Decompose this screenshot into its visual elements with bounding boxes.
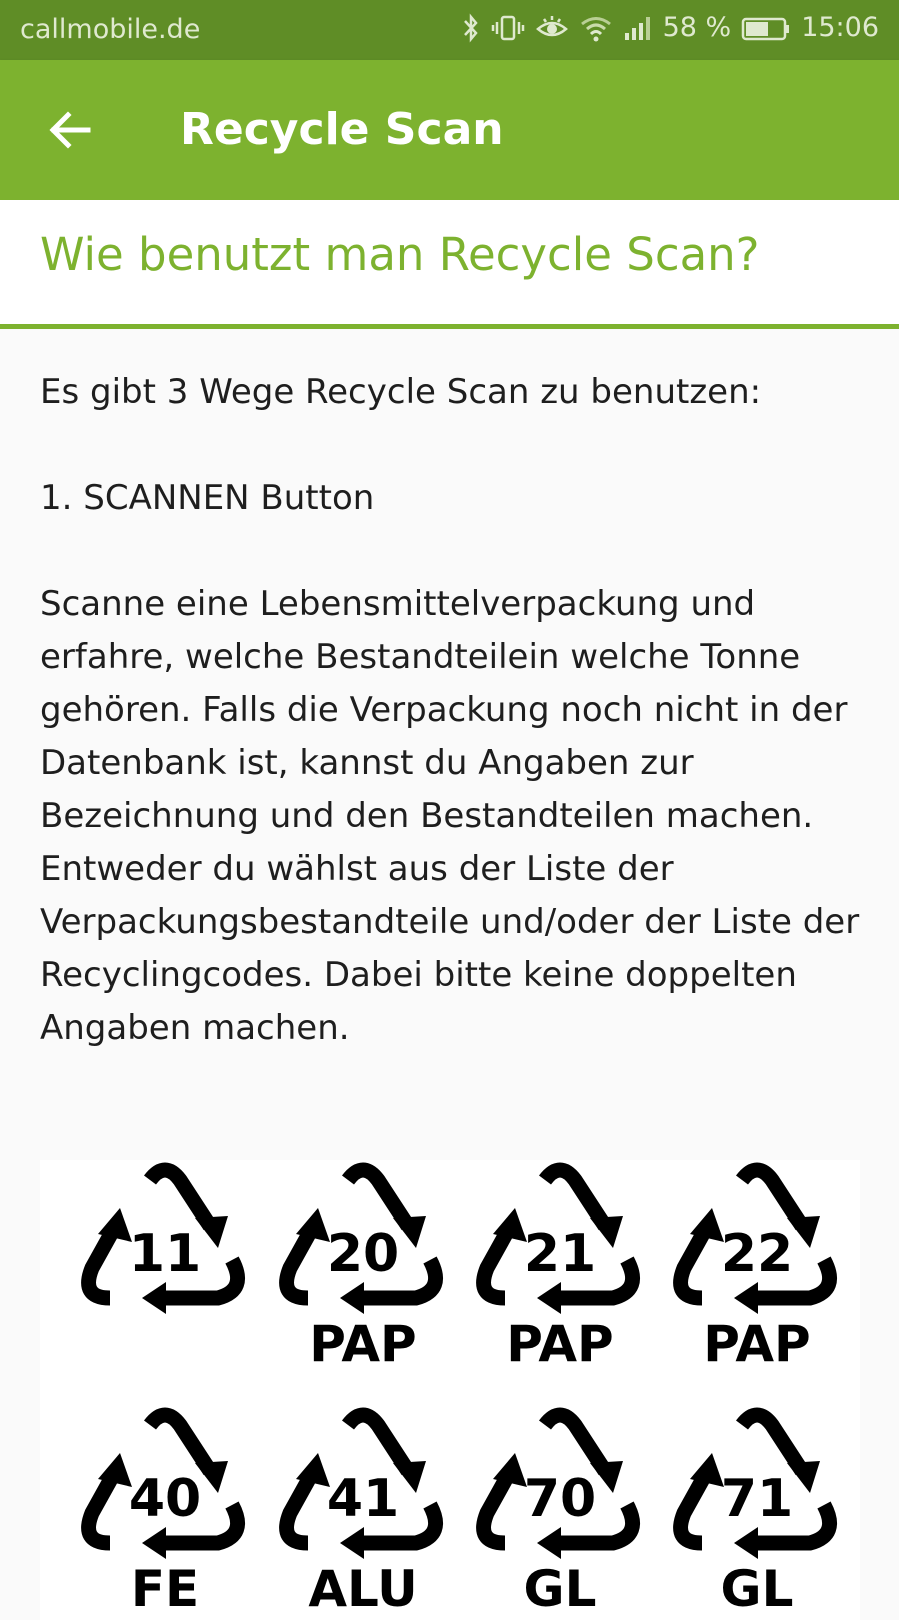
- recycling-code-70: 70 GL: [465, 1405, 655, 1618]
- signal-icon: [624, 16, 650, 40]
- carrier-label: callmobile.de: [20, 14, 201, 45]
- help-content: Es gibt 3 Wege Recycle Scan zu benutzen:…: [40, 366, 870, 1055]
- recycling-code-material: PAP: [703, 1315, 811, 1373]
- recycling-code-material: PAP: [309, 1315, 417, 1373]
- recycling-code-number: 71: [720, 1469, 794, 1529]
- recycling-code-41: 41 ALU: [268, 1405, 458, 1618]
- battery-icon: [741, 17, 790, 40]
- recycling-code-20: 20 PAP: [268, 1160, 458, 1373]
- help-heading-section: Wie benutzt man Recycle Scan?: [0, 200, 899, 329]
- recycling-code-21: 21 PAP: [465, 1160, 655, 1373]
- recycling-code-material: GL: [720, 1560, 794, 1618]
- recycling-code-material: GL: [523, 1560, 597, 1618]
- recycling-code-number: 40: [128, 1469, 202, 1529]
- bluetooth-icon: [463, 13, 478, 42]
- recycling-code-number: 70: [523, 1469, 597, 1529]
- eye-icon: [535, 15, 568, 36]
- recycling-code-material: FE: [130, 1560, 200, 1618]
- status-icons: 58 % 15:06: [461, 12, 879, 43]
- status-bar: callmobile.de 58 % 15:06: [0, 0, 899, 60]
- recycling-code-number: 11: [128, 1224, 202, 1284]
- recycling-code-number: 20: [326, 1224, 400, 1284]
- recycling-code-40: 40 FE: [70, 1405, 260, 1618]
- battery-percent: 58 %: [662, 12, 732, 43]
- recycling-code-number: 21: [523, 1224, 597, 1284]
- wifi-icon: [580, 16, 611, 41]
- recycling-code-number: 22: [720, 1224, 794, 1284]
- recycling-code-11: 11: [70, 1160, 260, 1370]
- clock: 15:06: [801, 12, 879, 43]
- step1-title: 1. SCANNEN Button: [40, 478, 375, 518]
- arrow-left-icon[interactable]: [44, 104, 96, 156]
- recycling-code-22: 22 PAP: [662, 1160, 852, 1373]
- app-bar: Recycle Scan: [0, 60, 899, 200]
- app-bar-title: Recycle Scan: [180, 104, 504, 155]
- recycling-code-number: 41: [326, 1469, 400, 1529]
- recycling-code-material: ALU: [308, 1560, 418, 1618]
- recycling-code-71: 71 GL: [662, 1405, 852, 1618]
- intro-text: Es gibt 3 Wege Recycle Scan zu benutzen:: [40, 372, 762, 412]
- step1-body: Scanne eine Lebensmittelverpackung und e…: [40, 584, 860, 1048]
- recycling-codes-image: 11 20 PAP 21 PAP 22 PAP 40 FE 41 ALU 70 GL 71 GL: [40, 1160, 860, 1620]
- page-heading: Wie benutzt man Recycle Scan?: [40, 228, 760, 281]
- recycling-code-material: PAP: [506, 1315, 614, 1373]
- vibrate-icon: [491, 15, 524, 40]
